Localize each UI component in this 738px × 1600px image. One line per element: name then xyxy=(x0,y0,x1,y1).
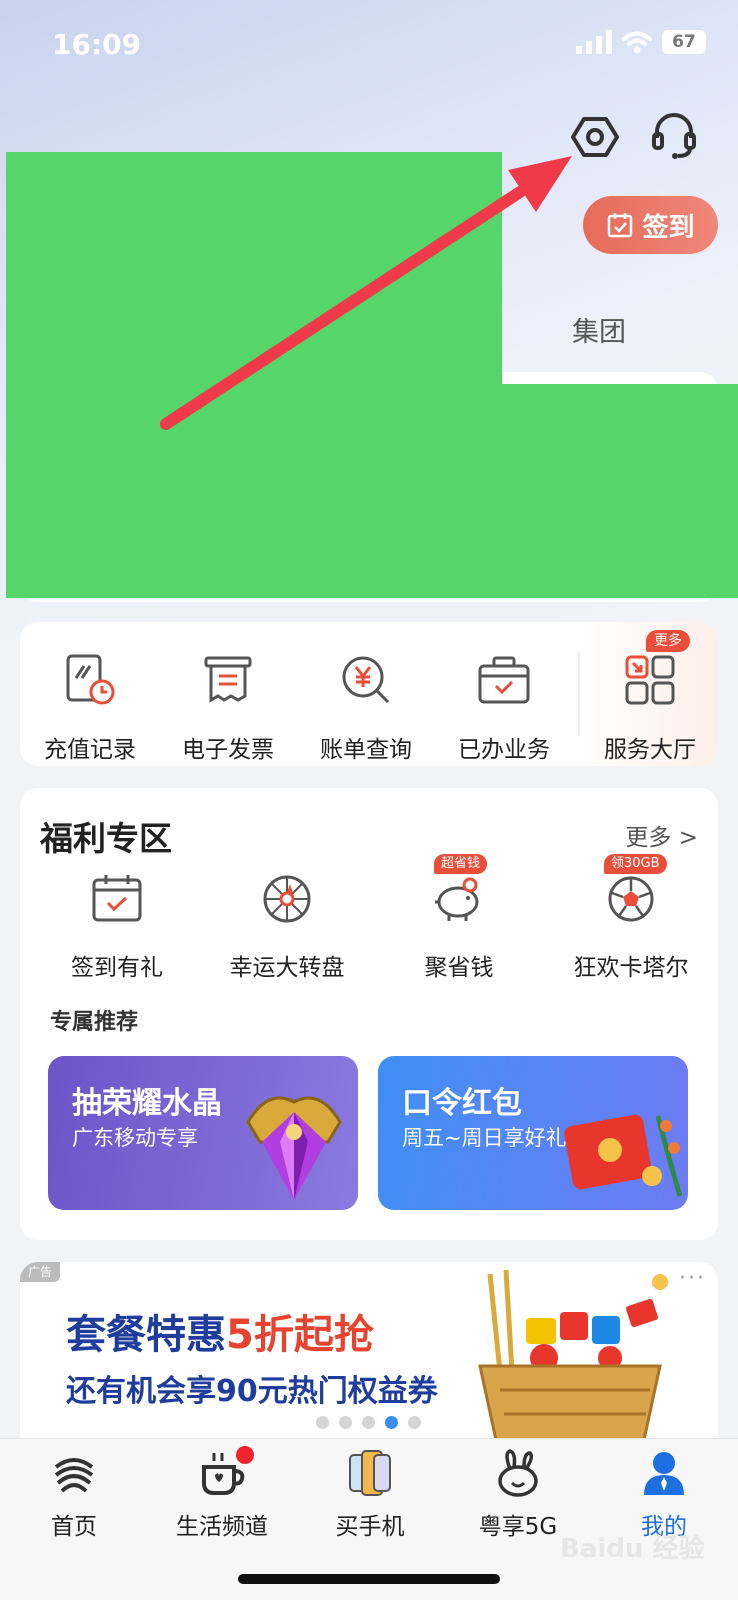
headset-icon xyxy=(652,113,696,159)
quick-action-label: 服务大厅 xyxy=(604,737,696,763)
welfare-badge: 领30GB xyxy=(604,854,667,874)
piggy-bank-icon xyxy=(435,877,479,921)
wifi-icon xyxy=(622,31,652,54)
bill-query-icon xyxy=(342,656,390,704)
carousel-dot-active[interactable] xyxy=(385,1416,398,1429)
home-indicator[interactable] xyxy=(238,1574,500,1584)
welfare-title: 福利专区 xyxy=(40,819,172,858)
quick-actions-card: 充值记录 电子发票 账单查询 已办业务 服务大厅 xyxy=(20,622,718,766)
group-tab[interactable]: 集团 xyxy=(572,310,626,349)
user-icon xyxy=(644,1452,684,1495)
welfare-item-qatar-carnival[interactable]: 狂欢卡塔尔 xyxy=(544,872,718,982)
china-mobile-logo-icon xyxy=(54,1458,94,1493)
ad-headline-part2: 5折起抢 xyxy=(226,1312,374,1358)
lucky-wheel-icon xyxy=(263,875,311,923)
calendar-check-icon xyxy=(608,213,633,238)
status-bar: 16:09 67 xyxy=(0,0,738,90)
football-icon xyxy=(608,876,654,922)
quick-action-label: 已办业务 xyxy=(458,737,550,763)
welfare-item-label: 幸运大转盘 xyxy=(229,955,345,981)
phone-icon xyxy=(349,1450,391,1496)
welfare-item-label: 签到有礼 xyxy=(71,955,163,981)
tab-label: 生活频道 xyxy=(176,1514,268,1540)
rabbit-icon xyxy=(498,1449,538,1497)
completed-business-icon xyxy=(478,656,530,704)
gift-basket-image xyxy=(478,1269,668,1440)
tab-label: 首页 xyxy=(51,1514,97,1540)
welfare-item-lucky-wheel[interactable]: 幸运大转盘 xyxy=(200,872,374,982)
quick-action-recharge-record[interactable]: 充值记录 xyxy=(20,622,160,766)
status-time: 16:09 xyxy=(52,28,142,61)
service-hall-icon xyxy=(625,655,675,705)
carousel-dots xyxy=(316,1416,421,1429)
more-badge: 更多 xyxy=(646,630,690,652)
ad-subline: 还有机会享90元热门权益券 xyxy=(66,1374,438,1409)
welfare-card: 福利专区 更多 > 签到有礼 幸运大转盘 聚省钱 超省钱 狂欢卡塔尔 领30GB… xyxy=(20,788,718,1240)
quick-action-invoice[interactable]: 电子发票 xyxy=(158,622,298,766)
promo-subtitle: 广东移动专享 xyxy=(72,1126,198,1150)
promo-card-red-packet[interactable]: 口令红包 周五~周日享好礼 xyxy=(378,1056,688,1210)
carousel-dot[interactable] xyxy=(362,1416,375,1429)
welfare-item-signin-gift[interactable]: 签到有礼 xyxy=(30,872,204,982)
ad-banner[interactable]: 广告 套餐特惠5折起抢 还有机会享90元热门权益券 ··· xyxy=(20,1262,718,1440)
promo-card-honor-crystal[interactable]: 抽荣耀水晶 广东移动专享 xyxy=(48,1056,358,1210)
quick-action-bill-query[interactable]: 账单查询 xyxy=(296,622,436,766)
calendar-check-icon xyxy=(92,875,142,922)
carousel-dot[interactable] xyxy=(339,1416,352,1429)
tab-home[interactable]: 首页 xyxy=(0,1439,148,1559)
ad-headline: 套餐特惠5折起抢 xyxy=(66,1302,374,1360)
watermark: Baidu 经验 xyxy=(560,1534,705,1564)
ad-headline-part1: 套餐特惠 xyxy=(66,1312,226,1358)
signin-button[interactable]: 签到 xyxy=(583,196,718,254)
ad-tag: 广告 xyxy=(20,1262,60,1282)
quick-action-label: 充值记录 xyxy=(44,737,136,763)
quick-action-label: 电子发票 xyxy=(182,737,274,763)
carousel-dot[interactable] xyxy=(316,1416,329,1429)
quick-action-completed-business[interactable]: 已办业务 xyxy=(434,622,574,766)
welfare-more-link[interactable]: 更多 > xyxy=(625,818,698,852)
red-packet-image xyxy=(564,1114,683,1197)
notification-dot xyxy=(236,1446,254,1464)
quick-action-label: 账单查询 xyxy=(320,737,412,763)
customer-service-button[interactable] xyxy=(650,110,698,162)
recommend-title: 专属推荐 xyxy=(50,1010,139,1035)
status-icons: 67 xyxy=(576,30,706,54)
settings-button[interactable] xyxy=(570,112,620,162)
carousel-dot[interactable] xyxy=(408,1416,421,1429)
signin-label: 签到 xyxy=(642,212,695,243)
crystal-image xyxy=(246,1096,342,1200)
welfare-badge: 超省钱 xyxy=(434,854,488,874)
settings-gear-icon xyxy=(571,117,619,157)
welfare-item-label: 狂欢卡塔尔 xyxy=(573,955,689,981)
battery-indicator: 67 xyxy=(662,30,706,54)
promo-title: 抽荣耀水晶 xyxy=(72,1086,222,1121)
tab-life-channel[interactable]: 生活频道 xyxy=(148,1439,296,1559)
signal-icon xyxy=(576,30,612,54)
tab-label: 买手机 xyxy=(335,1514,405,1540)
redaction-block-lower xyxy=(6,384,738,598)
promo-title: 口令红包 xyxy=(402,1086,522,1121)
tab-buy-phone[interactable]: 买手机 xyxy=(296,1439,444,1559)
promo-subtitle: 周五~周日享好礼 xyxy=(402,1126,567,1150)
welfare-item-save-money[interactable]: 聚省钱 xyxy=(372,872,546,982)
invoice-icon xyxy=(204,656,252,703)
welfare-item-label: 聚省钱 xyxy=(424,955,494,981)
recharge-record-icon xyxy=(66,654,115,705)
